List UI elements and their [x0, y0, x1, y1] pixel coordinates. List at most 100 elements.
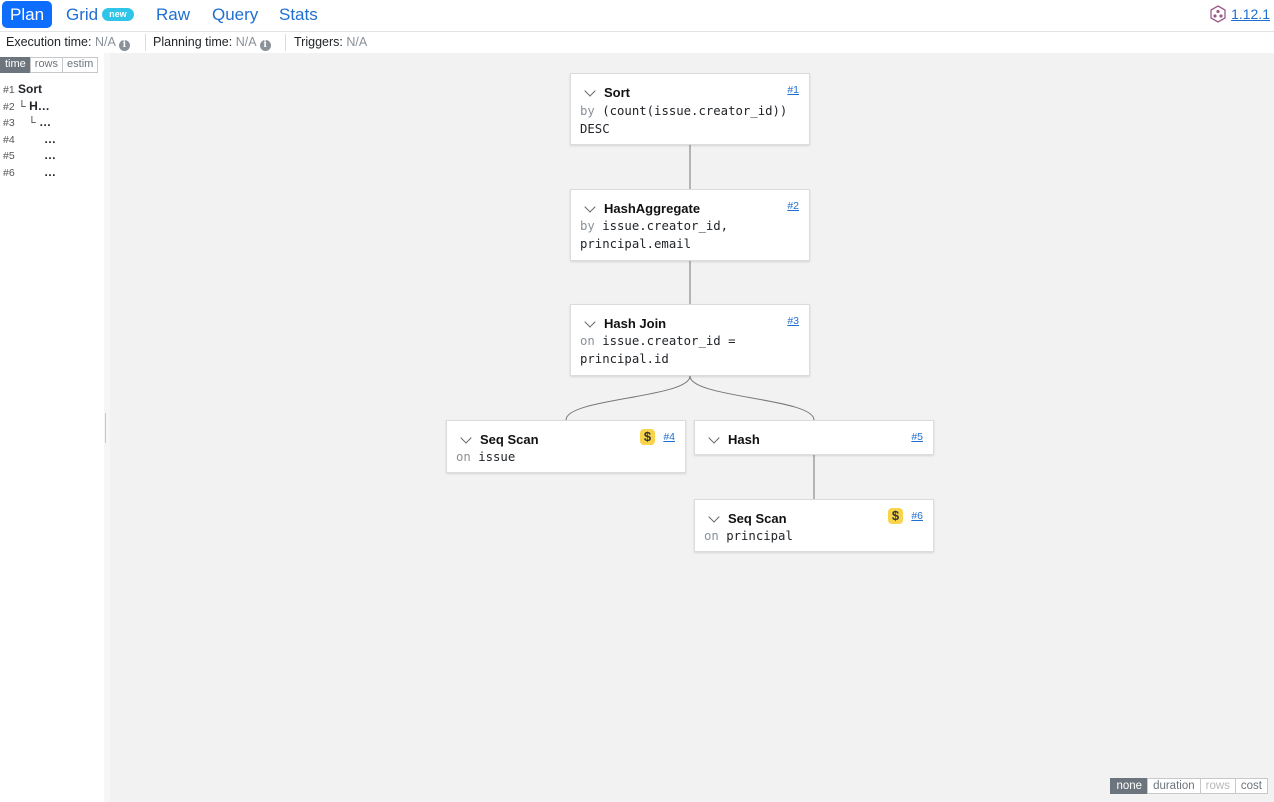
- chevron-down-icon[interactable]: [584, 200, 596, 213]
- node-name: Seq Scan: [728, 510, 787, 526]
- node-detail-line: issue.creator_id,: [602, 219, 729, 233]
- planning-time-label: Planning time:: [153, 35, 233, 49]
- triggers-label: Triggers:: [294, 35, 343, 49]
- node-detail: on principal: [704, 527, 793, 545]
- tree-branch: └: [28, 117, 36, 129]
- version-link[interactable]: 1.12.1: [1209, 5, 1270, 23]
- tree-row-number: #2: [3, 100, 15, 113]
- node-detail-keyword: by: [580, 219, 595, 233]
- plan-node-hash[interactable]: Hash #5: [694, 420, 934, 455]
- chevron-down-icon[interactable]: [708, 510, 720, 523]
- execution-time-stat: Execution time: N/A i: [6, 32, 130, 53]
- planning-time-stat: Planning time: N/A i: [153, 32, 271, 53]
- plan-node-hash-join[interactable]: Hash Join #3 on issue.creator_id = princ…: [570, 304, 810, 376]
- node-detail-keyword: on: [704, 529, 719, 543]
- tab-plan[interactable]: Plan: [2, 1, 53, 28]
- triggers-stat: Triggers: N/A: [294, 32, 367, 53]
- tree-row[interactable]: #2 └ H…: [3, 98, 56, 115]
- metric-time-button[interactable]: time: [0, 57, 31, 73]
- plan-node-sort[interactable]: Sort #1 by (count(issue.creator_id)) DES…: [570, 73, 810, 145]
- highlight-none-button[interactable]: none: [1110, 778, 1149, 794]
- plan-canvas[interactable]: Sort #1 by (count(issue.creator_id)) DES…: [110, 53, 1274, 802]
- node-name: Sort: [604, 84, 630, 100]
- node-id-link[interactable]: #6: [911, 510, 923, 522]
- tab-raw[interactable]: Raw: [148, 1, 198, 28]
- triggers-value: N/A: [346, 35, 368, 49]
- node-detail-keyword: by: [580, 104, 595, 118]
- plan-tree-panel: time rows estim #1 Sort #2 └ H… #3 └ … #4……: [0, 53, 105, 802]
- node-name: Hash: [728, 431, 760, 447]
- tree-branch: └: [18, 100, 26, 113]
- tree-row-name: …: [39, 115, 52, 129]
- node-detail-line: principal.email: [580, 237, 692, 251]
- node-detail-line: (count(issue.creator_id)): [602, 104, 788, 118]
- highlight-cost-button[interactable]: cost: [1234, 778, 1268, 794]
- plan-node-seq-scan-issue[interactable]: Seq Scan $ #4 on issue: [446, 420, 686, 473]
- tab-query[interactable]: Query: [204, 1, 266, 28]
- node-detail: on issue.creator_id =: [580, 332, 735, 350]
- logo-icon: [1210, 5, 1226, 23]
- info-icon[interactable]: i: [118, 40, 130, 51]
- node-detail-keyword: on: [580, 334, 595, 348]
- node-name: Hash Join: [604, 315, 667, 331]
- node-name: Seq Scan: [480, 431, 539, 447]
- divider: [285, 34, 286, 51]
- tree-row-number: #4: [3, 133, 15, 146]
- tree-row[interactable]: #3 └ …: [3, 114, 56, 131]
- metric-switch: time rows estim: [0, 57, 99, 73]
- highlight-duration-button[interactable]: duration: [1147, 778, 1201, 794]
- node-detail-line: issue: [478, 450, 516, 464]
- node-id-link[interactable]: #5: [911, 431, 923, 443]
- node-id-link[interactable]: #1: [787, 84, 799, 96]
- plan-node-hashaggregate[interactable]: HashAggregate #2 by issue.creator_id, pr…: [570, 189, 810, 261]
- plan-edges: [565, 145, 815, 499]
- info-icon[interactable]: i: [259, 40, 271, 51]
- node-header: Hash Join: [580, 314, 666, 332]
- tree-row-name: …: [44, 148, 56, 162]
- node-detail-line: principal.id: [580, 352, 669, 366]
- new-badge: new: [102, 8, 134, 22]
- chevron-down-icon[interactable]: [708, 431, 720, 444]
- node-detail: by issue.creator_id,: [580, 217, 728, 235]
- tree-row-number: #3: [3, 117, 15, 129]
- tree-row-name: …: [44, 164, 56, 179]
- tab-grid-label: Grid: [66, 5, 99, 24]
- planning-time-value: N/A: [235, 35, 257, 49]
- cost-badge: $: [640, 429, 655, 445]
- node-id-link[interactable]: #4: [663, 431, 675, 443]
- version-label: 1.12.1: [1231, 6, 1270, 22]
- highlight-switch: none duration rows cost: [1110, 778, 1268, 794]
- highlight-rows-button[interactable]: rows: [1199, 778, 1236, 794]
- plan-tree: #1 Sort #2 └ H… #3 └ … #4… #5… #6…: [3, 81, 56, 180]
- chevron-down-icon[interactable]: [460, 431, 472, 444]
- node-header: Hash: [704, 430, 760, 448]
- node-detail-line: issue.creator_id =: [602, 334, 736, 348]
- chevron-down-icon[interactable]: [584, 315, 596, 328]
- cost-badge: $: [888, 508, 903, 524]
- tree-row[interactable]: #6…: [3, 164, 56, 181]
- execution-time-label: Execution time:: [6, 35, 92, 49]
- tree-row-number: #1: [3, 84, 15, 96]
- node-header: Seq Scan: [456, 430, 539, 448]
- tree-row-name: H…: [29, 98, 50, 113]
- tree-row[interactable]: #4 …: [3, 131, 56, 148]
- node-detail-line: principal: [726, 529, 793, 543]
- node-header: Seq Scan: [704, 509, 787, 527]
- metric-estimate-button[interactable]: estim: [62, 57, 99, 73]
- tab-stats[interactable]: Stats: [271, 1, 326, 28]
- metric-rows-button[interactable]: rows: [29, 57, 64, 73]
- node-id-link[interactable]: #2: [787, 200, 799, 212]
- plan-node-seq-scan-principal[interactable]: Seq Scan $ #6 on principal: [694, 499, 934, 552]
- tree-row[interactable]: #5 …: [3, 147, 56, 164]
- node-detail-line: DESC: [580, 122, 610, 136]
- node-id-link[interactable]: #3: [787, 315, 799, 327]
- tree-row-name: …: [44, 131, 56, 146]
- tree-row-name: Sort: [18, 82, 42, 96]
- tree-row-number: #5: [3, 150, 15, 162]
- chevron-down-icon[interactable]: [584, 84, 596, 97]
- node-detail: on issue: [456, 448, 515, 466]
- tree-row[interactable]: #1 Sort: [3, 81, 56, 98]
- tab-grid[interactable]: Grid new: [58, 1, 142, 28]
- node-header: HashAggregate: [580, 199, 700, 217]
- node-detail: by (count(issue.creator_id)): [580, 102, 787, 120]
